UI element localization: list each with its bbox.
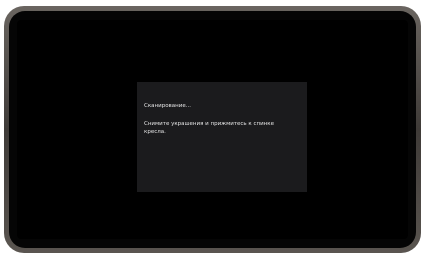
screen-bezel: Сканирование... Снимите украшения и приж…: [9, 11, 416, 248]
device-frame: Сканирование... Снимите украшения и приж…: [4, 6, 421, 253]
display-screen: Сканирование... Снимите украшения и приж…: [17, 20, 408, 239]
scan-instruction-text: Снимите украшения и прижмитесь к спинке …: [144, 121, 274, 135]
scan-status-text: Сканирование...: [144, 103, 191, 109]
scan-dialog: Сканирование... Снимите украшения и приж…: [137, 82, 307, 192]
